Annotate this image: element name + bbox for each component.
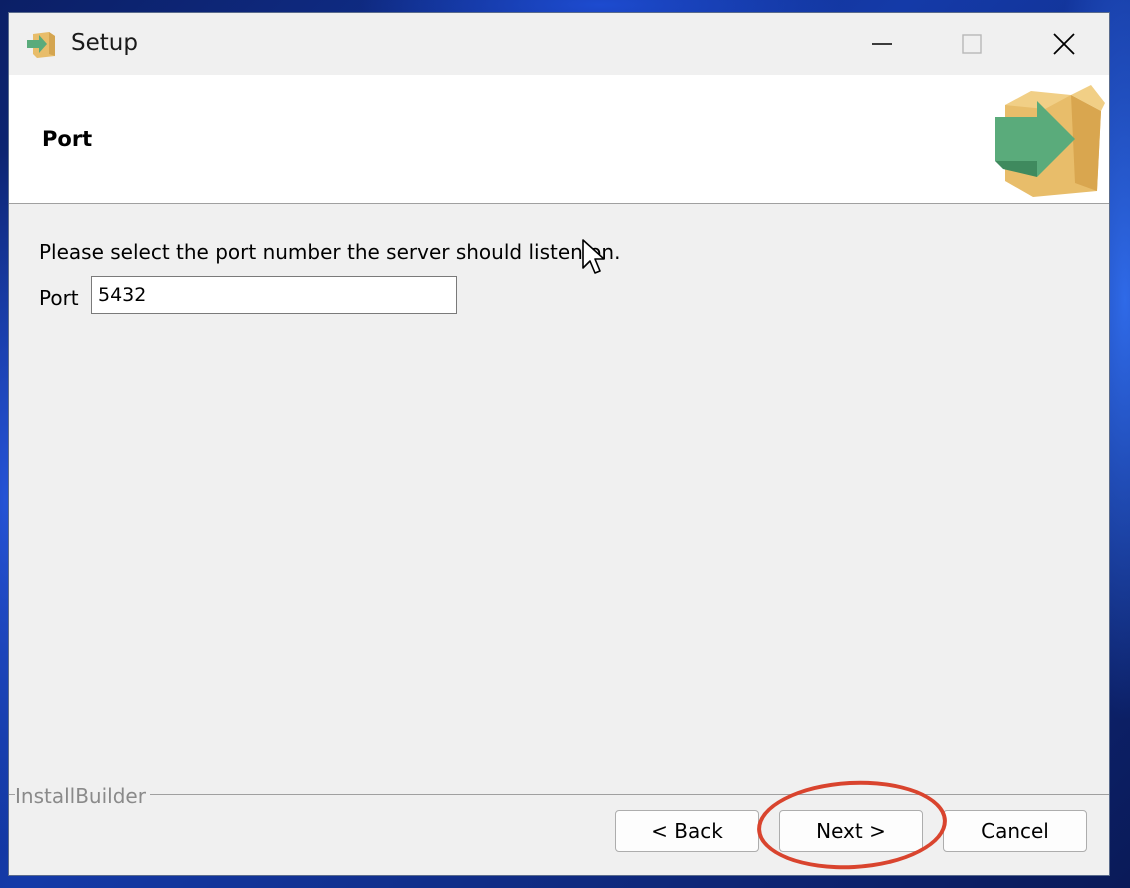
cancel-button[interactable]: Cancel <box>943 810 1087 852</box>
mouse-pointer-icon <box>582 239 605 274</box>
port-label: Port <box>39 286 79 310</box>
close-icon <box>1053 33 1075 55</box>
instruction-text: Please select the port number the server… <box>39 240 621 264</box>
close-button[interactable] <box>1019 13 1109 75</box>
installer-box-arrow-icon <box>995 85 1105 197</box>
footer-divider <box>9 794 1109 795</box>
port-input[interactable] <box>91 276 457 314</box>
installer-app-icon <box>27 32 55 58</box>
maximize-icon <box>962 34 982 54</box>
content-area: Please select the port number the server… <box>9 204 1109 794</box>
maximize-button[interactable] <box>927 13 1017 75</box>
back-button[interactable]: < Back <box>615 810 759 852</box>
page-title: Port <box>42 127 93 151</box>
setup-window: Setup Port Please select the port number… <box>8 12 1110 876</box>
minimize-icon <box>872 43 892 45</box>
minimize-button[interactable] <box>837 13 927 75</box>
next-button[interactable]: Next > <box>779 810 923 852</box>
page-header: Port <box>9 75 1109 204</box>
window-title: Setup <box>71 30 138 56</box>
brand-label: InstallBuilder <box>15 784 150 808</box>
title-bar: Setup <box>9 13 1109 75</box>
